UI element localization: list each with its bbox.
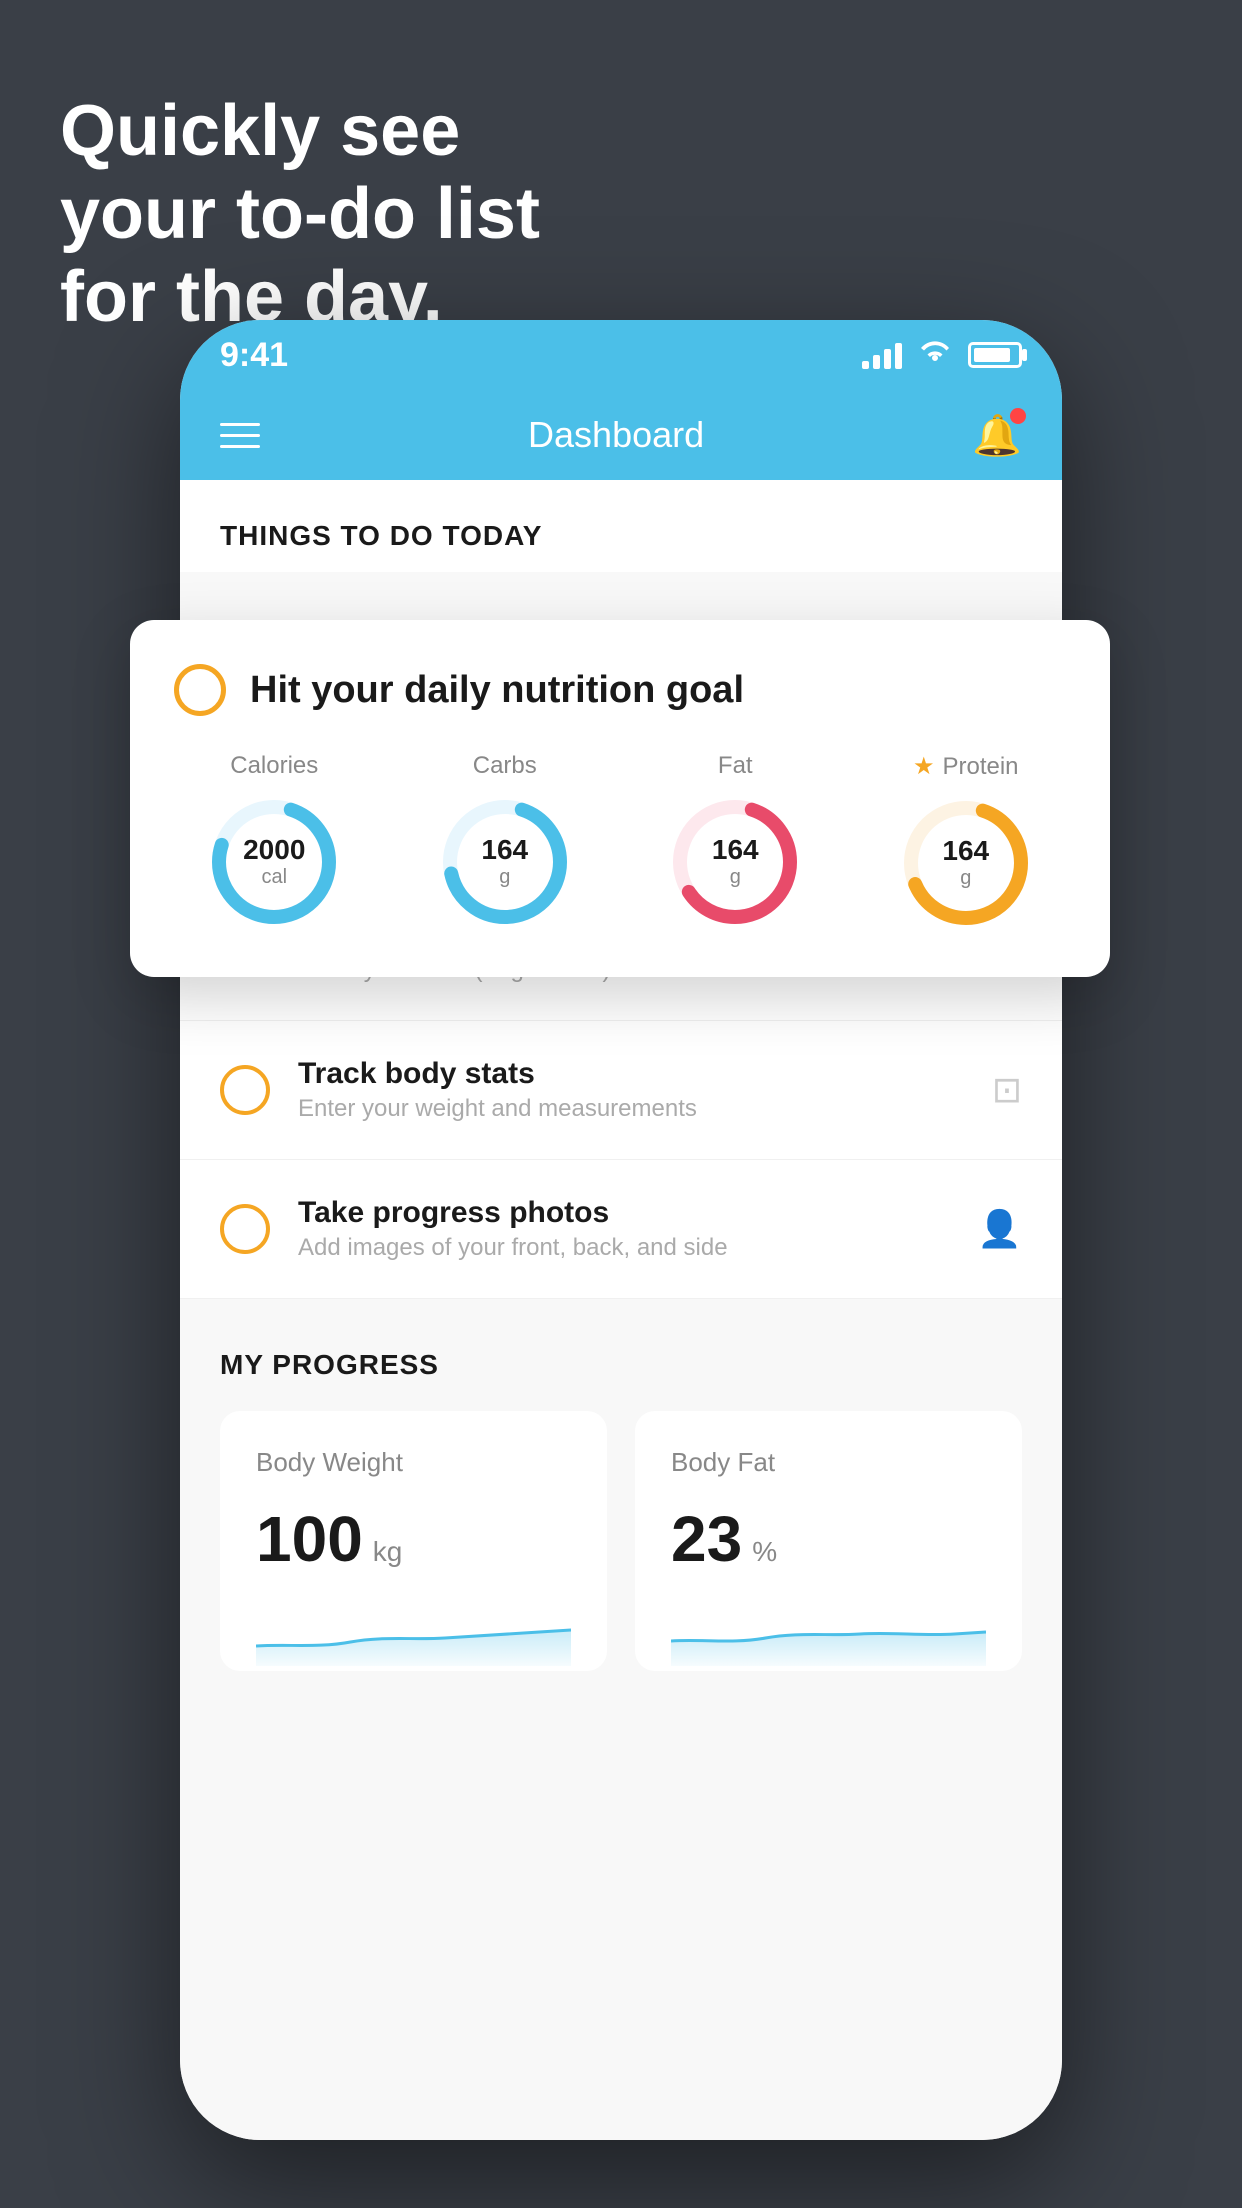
protein-value: 164 xyxy=(942,836,989,867)
todo-text-body-stats: Track body stats Enter your weight and m… xyxy=(298,1057,964,1123)
todo-circle-body-stats xyxy=(220,1065,270,1115)
todo-circle-photos xyxy=(220,1204,270,1254)
body-weight-chart xyxy=(256,1606,571,1666)
todo-subtitle-photos: Add images of your front, back, and side xyxy=(298,1234,949,1262)
things-to-do-title: THINGS TO DO TODAY xyxy=(220,520,542,551)
scale-icon: ⊡ xyxy=(992,1069,1022,1111)
protein-label: Protein xyxy=(942,753,1018,781)
calories-label: Calories xyxy=(230,752,318,780)
nutrition-circle-radio xyxy=(174,664,226,716)
battery-icon xyxy=(968,342,1022,368)
body-weight-label: Body Weight xyxy=(256,1447,571,1478)
wifi-icon xyxy=(918,339,952,372)
star-icon: ★ xyxy=(913,752,935,781)
todo-title-photos: Take progress photos xyxy=(298,1196,949,1230)
carbs-unit: g xyxy=(499,866,510,888)
body-weight-value-wrap: 100 kg xyxy=(256,1502,571,1576)
progress-title: MY PROGRESS xyxy=(220,1349,1022,1381)
body-weight-card[interactable]: Body Weight 100 kg xyxy=(220,1411,607,1671)
nutrition-card-title: Hit your daily nutrition goal xyxy=(250,669,744,712)
protein-donut: 164 g xyxy=(896,793,1036,933)
metric-calories: Calories 2000 cal xyxy=(204,752,344,933)
body-weight-value: 100 xyxy=(256,1502,363,1576)
todo-item-body-stats[interactable]: Track body stats Enter your weight and m… xyxy=(180,1021,1062,1160)
body-fat-value: 23 xyxy=(671,1502,742,1576)
nutrition-card[interactable]: Hit your daily nutrition goal Calories 2… xyxy=(130,620,1110,977)
status-time: 9:41 xyxy=(220,336,288,375)
progress-cards: Body Weight 100 kg xyxy=(220,1411,1022,1671)
metric-protein: ★ Protein 164 g xyxy=(896,752,1036,933)
nav-bar: Dashboard 🔔 xyxy=(180,390,1062,480)
todo-subtitle-body-stats: Enter your weight and measurements xyxy=(298,1095,964,1123)
calories-value: 2000 xyxy=(243,835,305,866)
body-fat-chart xyxy=(671,1606,986,1666)
todo-text-photos: Take progress photos Add images of your … xyxy=(298,1196,949,1262)
background-headline: Quickly see your to-do list for the day. xyxy=(60,90,540,338)
body-fat-unit: % xyxy=(752,1536,777,1568)
nutrition-card-header: Hit your daily nutrition goal xyxy=(174,664,1066,716)
carbs-donut: 164 g xyxy=(435,792,575,932)
protein-unit: g xyxy=(960,867,971,889)
bell-icon[interactable]: 🔔 xyxy=(972,412,1022,459)
fat-value: 164 xyxy=(712,835,759,866)
todo-title-body-stats: Track body stats xyxy=(298,1057,964,1091)
phone-mockup: 9:41 Dashboard 🔔 xyxy=(180,320,1062,2140)
body-weight-unit: kg xyxy=(373,1536,403,1568)
nav-title: Dashboard xyxy=(528,414,704,456)
signal-icon xyxy=(862,341,902,369)
status-icons xyxy=(862,339,1022,372)
hamburger-menu[interactable] xyxy=(220,423,260,448)
nutrition-metrics: Calories 2000 cal Carbs xyxy=(174,752,1066,933)
body-fat-value-wrap: 23 % xyxy=(671,1502,986,1576)
fat-unit: g xyxy=(730,866,741,888)
carbs-value: 164 xyxy=(481,835,528,866)
headline-line1: Quickly see xyxy=(60,91,460,171)
carbs-label: Carbs xyxy=(473,752,537,780)
metric-fat: Fat 164 g xyxy=(665,752,805,933)
person-icon: 👤 xyxy=(977,1208,1022,1250)
body-fat-card[interactable]: Body Fat 23 % xyxy=(635,1411,1022,1671)
headline-line2: your to-do list xyxy=(60,174,540,254)
things-to-do-header: THINGS TO DO TODAY xyxy=(180,480,1062,572)
todo-item-photos[interactable]: Take progress photos Add images of your … xyxy=(180,1160,1062,1299)
progress-section: MY PROGRESS Body Weight 100 kg xyxy=(180,1299,1062,1711)
status-bar: 9:41 xyxy=(180,320,1062,390)
calories-donut: 2000 cal xyxy=(204,792,344,932)
notification-dot xyxy=(1010,408,1026,424)
body-fat-label: Body Fat xyxy=(671,1447,986,1478)
fat-label: Fat xyxy=(718,752,753,780)
protein-label-wrap: ★ Protein xyxy=(913,752,1019,781)
metric-carbs: Carbs 164 g xyxy=(435,752,575,933)
fat-donut: 164 g xyxy=(665,792,805,932)
calories-unit: cal xyxy=(261,866,287,888)
